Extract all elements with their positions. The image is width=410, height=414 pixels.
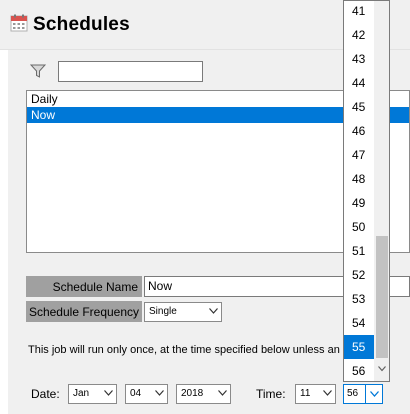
dropdown-option[interactable]: 48 bbox=[344, 167, 374, 191]
schedule-frequency-select[interactable]: Single bbox=[144, 302, 222, 322]
time-hour-value: 11 bbox=[300, 388, 311, 399]
dropdown-option[interactable]: 42 bbox=[344, 23, 374, 47]
dropdown-option[interactable]: 41 bbox=[344, 1, 374, 23]
date-year-value: 2018 bbox=[181, 388, 204, 399]
dropdown-scrollbar[interactable] bbox=[374, 1, 389, 381]
dropdown-option[interactable]: 56 bbox=[344, 359, 374, 381]
chevron-down-icon[interactable] bbox=[378, 366, 386, 372]
chevron-down-icon bbox=[104, 390, 113, 396]
dropdown-option[interactable]: 51 bbox=[344, 239, 374, 263]
date-year-select[interactable]: 2018 bbox=[176, 384, 231, 404]
page-title: Schedules bbox=[33, 14, 130, 35]
time-minute-select[interactable]: 56 bbox=[343, 384, 383, 404]
date-day-value: 04 bbox=[130, 388, 142, 399]
calendar-icon bbox=[10, 14, 28, 32]
time-hour-select[interactable]: 11 bbox=[295, 384, 336, 404]
minute-dropdown-button[interactable] bbox=[365, 385, 382, 403]
filter-icon[interactable] bbox=[30, 63, 46, 79]
chevron-down-icon bbox=[155, 390, 164, 396]
chevron-down-icon bbox=[323, 390, 332, 396]
date-label: Date: bbox=[31, 387, 60, 401]
dropdown-option[interactable]: 49 bbox=[344, 191, 374, 215]
date-month-select[interactable]: Jan bbox=[68, 384, 117, 404]
chevron-down-icon bbox=[370, 391, 379, 397]
dropdown-option[interactable]: 53 bbox=[344, 287, 374, 311]
chevron-down-icon bbox=[218, 390, 227, 396]
schedule-frequency-label: Schedule Frequency bbox=[26, 301, 142, 322]
scrollbar-thumb[interactable] bbox=[376, 236, 388, 358]
dropdown-option[interactable]: 44 bbox=[344, 71, 374, 95]
time-minute-value: 56 bbox=[347, 388, 359, 399]
schedule-name-label: Schedule Name bbox=[26, 276, 142, 297]
dropdown-option[interactable]: 52 bbox=[344, 263, 374, 287]
dropdown-option-highlighted[interactable]: 55 bbox=[344, 335, 374, 359]
filter-input[interactable] bbox=[58, 61, 203, 82]
dropdown-option[interactable]: 43 bbox=[344, 47, 374, 71]
dropdown-option[interactable]: 50 bbox=[344, 215, 374, 239]
date-month-value: Jan bbox=[73, 388, 90, 399]
chevron-down-icon bbox=[209, 308, 218, 314]
dropdown-option[interactable]: 45 bbox=[344, 95, 374, 119]
minute-dropdown-list[interactable]: 41 42 43 44 45 46 47 48 49 50 51 52 53 5… bbox=[343, 0, 390, 382]
schedule-frequency-value: Single bbox=[149, 306, 177, 317]
dropdown-option[interactable]: 47 bbox=[344, 143, 374, 167]
date-day-select[interactable]: 04 bbox=[125, 384, 168, 404]
time-label: Time: bbox=[256, 387, 286, 401]
dropdown-option[interactable]: 54 bbox=[344, 311, 374, 335]
dropdown-option[interactable]: 46 bbox=[344, 119, 374, 143]
